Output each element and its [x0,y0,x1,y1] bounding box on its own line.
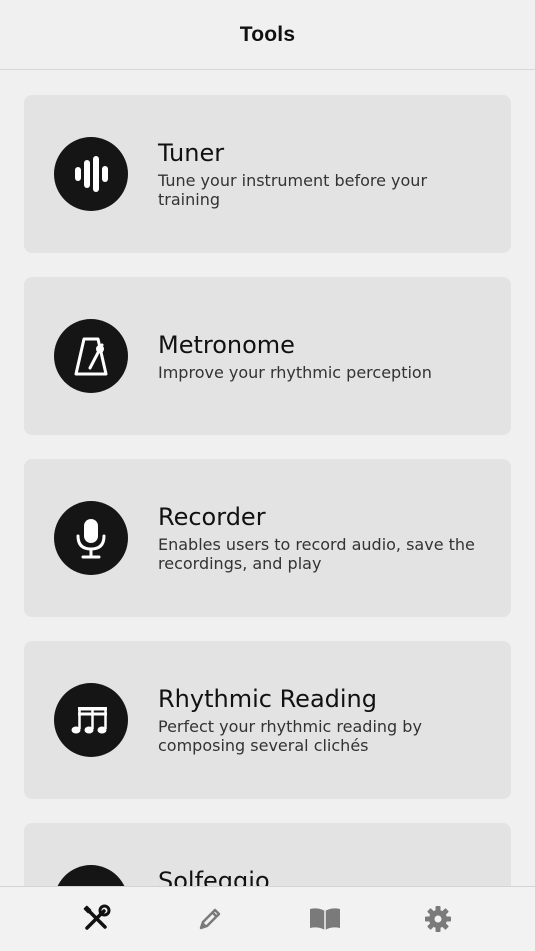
app-screen: Tools Tuner Tune your instrument before … [0,0,535,951]
tools-icon [83,904,111,930]
tool-description: Tune your instrument before your trainin… [158,171,428,209]
tool-description: Perfect your rhythmic reading by composi… [158,717,422,755]
header: Tools [0,0,535,70]
tools-list[interactable]: Tuner Tune your instrument before your t… [0,71,535,886]
tool-card-rhythmic-reading[interactable]: Rhythmic Reading Perfect your rhythmic r… [24,641,511,799]
tool-title: Metronome [158,330,295,359]
tool-card-text: Solfeggio [158,823,491,886]
tool-card-text: Tuner Tune your instrument before your t… [158,95,491,253]
tab-settings[interactable] [408,887,468,951]
sound-wave-icon [54,137,128,211]
metronome-icon [54,319,128,393]
tool-card-text: Rhythmic Reading Perfect your rhythmic r… [158,641,491,799]
book-icon [310,908,340,930]
pencil-icon [199,908,221,930]
tool-title: Recorder [158,503,266,531]
tool-title: Rhythmic Reading [158,685,377,713]
tool-description: Improve your rhythmic perception [158,362,432,382]
tool-description: Enables users to record audio, save the … [158,535,475,573]
tab-compose[interactable] [180,887,240,951]
page-title: Tools [239,22,296,46]
tool-card-metronome[interactable]: Metronome Improve your rhythmic percepti… [24,277,511,435]
tab-tools[interactable] [66,887,126,951]
tool-card-text: Recorder Enables users to record audio, … [158,459,491,617]
tool-card-tuner[interactable]: Tuner Tune your instrument before your t… [24,95,511,253]
tool-card-solfeggio[interactable]: Solfeggio [24,823,511,886]
gear-icon [425,906,451,932]
tool-title: Solfeggio [158,867,270,886]
tab-bar [0,886,535,951]
music-notes-icon [54,683,128,757]
solfeggio-icon [54,865,128,886]
tool-title: Tuner [158,139,225,167]
tab-library[interactable] [295,887,355,951]
tool-card-text: Metronome Improve your rhythmic percepti… [158,277,491,435]
microphone-icon [54,501,128,575]
tool-card-recorder[interactable]: Recorder Enables users to record audio, … [24,459,511,617]
